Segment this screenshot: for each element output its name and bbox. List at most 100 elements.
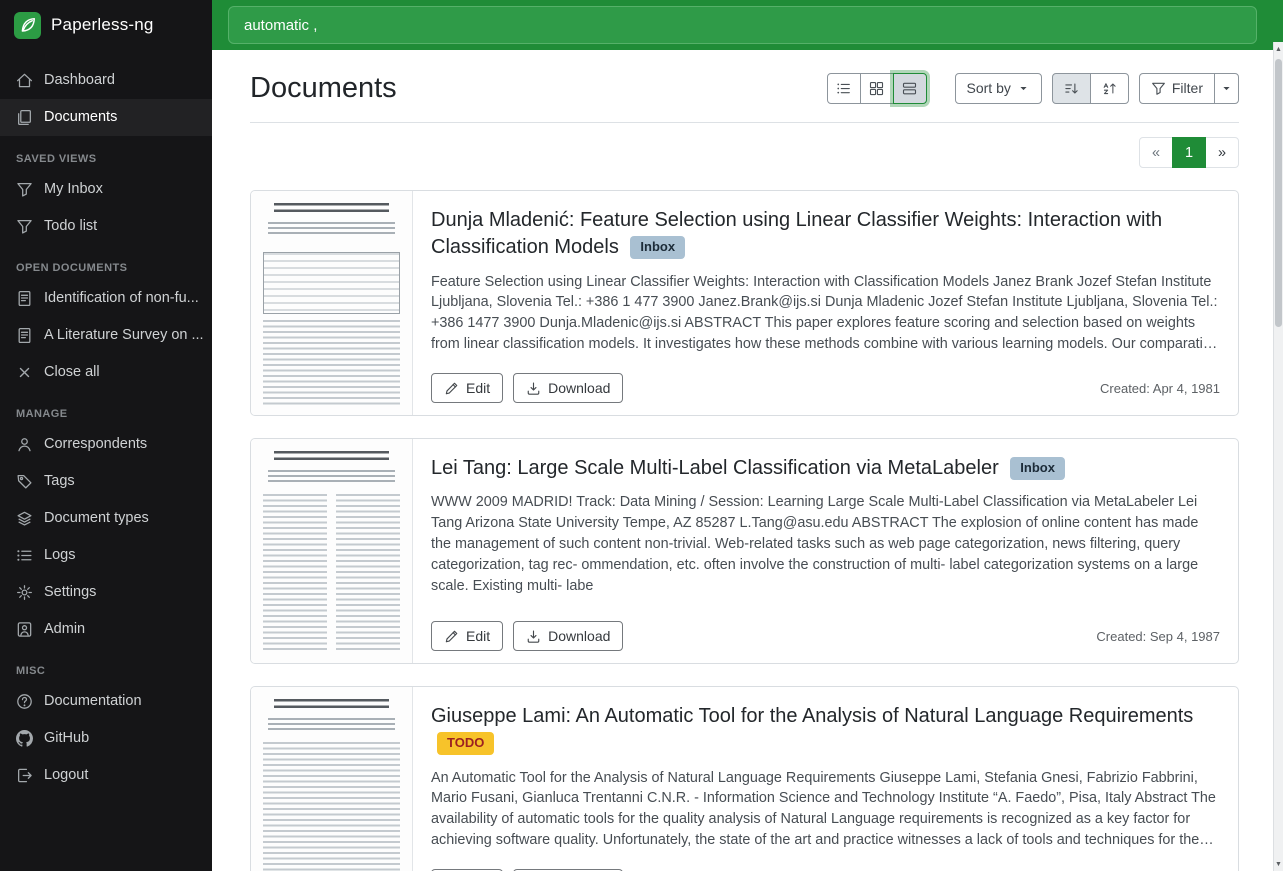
person-badge-icon xyxy=(16,621,33,638)
document-card: Giuseppe Lami: An Automatic Tool for the… xyxy=(250,686,1239,871)
sidebar-item-documents[interactable]: Documents xyxy=(0,99,212,136)
sidebar-item-logout[interactable]: Logout xyxy=(0,757,212,794)
sidebar-item-github[interactable]: GitHub xyxy=(0,720,212,757)
sidebar-item-logs[interactable]: Logs xyxy=(0,537,212,574)
sort-ascending-button[interactable] xyxy=(1090,73,1129,104)
created-date: Created: Apr 4, 1981 xyxy=(1100,381,1220,396)
house-icon xyxy=(16,72,33,89)
sidebar-item-settings[interactable]: Settings xyxy=(0,574,212,611)
thumbnail-placeholder xyxy=(274,699,389,709)
document-title[interactable]: Lei Tang: Large Scale Multi-Label Classi… xyxy=(431,455,1220,482)
documents-toolbar: Documents Sort by xyxy=(250,70,1239,106)
paperless-logo-icon xyxy=(14,12,41,39)
download-icon xyxy=(526,629,541,644)
filter-split-button: Filter xyxy=(1139,73,1239,104)
grid-view-icon xyxy=(869,81,884,96)
sidebar-item-label: Documents xyxy=(44,108,117,127)
pagination-next-button[interactable]: » xyxy=(1205,137,1239,168)
sort-by-dropdown[interactable]: Sort by xyxy=(955,73,1042,104)
details-view-icon xyxy=(902,81,917,96)
chevron-down-icon xyxy=(1220,82,1233,95)
tag-badge[interactable]: Inbox xyxy=(630,236,685,259)
download-button[interactable]: Download xyxy=(513,621,623,651)
sort-descending-button[interactable] xyxy=(1052,73,1091,104)
sidebar-item-label: Documentation xyxy=(44,692,142,711)
sidebar-section-misc: MISC xyxy=(0,648,212,683)
thumbnail-placeholder xyxy=(274,203,389,213)
scrollbar-up-arrow[interactable]: ▲ xyxy=(1274,42,1283,56)
sort-alpha-ascending-icon xyxy=(1102,81,1117,96)
sidebar-item-documentation[interactable]: Documentation xyxy=(0,683,212,720)
sidebar-item-label: Identification of non-fu... xyxy=(44,289,199,308)
document-title[interactable]: Giuseppe Lami: An Automatic Tool for the… xyxy=(431,703,1220,757)
thumbnail-placeholder xyxy=(263,742,400,871)
sidebar-item-label: My Inbox xyxy=(44,180,103,199)
edit-button[interactable]: Edit xyxy=(431,621,503,651)
scrollbar[interactable]: ▲ ▼ xyxy=(1273,42,1283,871)
document-card: Dunja Mladenić: Feature Selection using … xyxy=(250,190,1239,416)
pencil-icon xyxy=(444,629,459,644)
thumbnail-placeholder xyxy=(263,252,400,314)
filter-dropdown-toggle[interactable] xyxy=(1214,73,1239,104)
view-details-button[interactable] xyxy=(893,73,927,104)
sidebar-item-my-inbox[interactable]: My Inbox xyxy=(0,171,212,208)
x-icon xyxy=(16,364,33,381)
sidebar-item-open-document-2[interactable]: A Literature Survey on ... xyxy=(0,317,212,354)
sidebar-item-document-types[interactable]: Document types xyxy=(0,500,212,537)
main-content: Documents Sort by xyxy=(212,50,1273,871)
view-list-button[interactable] xyxy=(827,73,861,104)
sidebar: Paperless-ng Dashboard Documents SAVED V… xyxy=(0,0,212,871)
edit-button[interactable]: Edit xyxy=(431,373,503,403)
document-thumbnail[interactable] xyxy=(251,191,413,415)
scrollbar-thumb[interactable] xyxy=(1275,59,1282,327)
sidebar-item-label: Dashboard xyxy=(44,71,115,90)
document-actions: Edit Download xyxy=(431,373,623,403)
document-title-text: Giuseppe Lami: An Automatic Tool for the… xyxy=(431,705,1193,727)
document-card-body: Lei Tang: Large Scale Multi-Label Classi… xyxy=(413,439,1238,663)
sidebar-item-label: Document types xyxy=(44,509,149,528)
thumbnail-placeholder xyxy=(263,320,400,405)
app-brand[interactable]: Paperless-ng xyxy=(0,0,212,50)
top-navbar xyxy=(212,0,1283,50)
pencil-icon xyxy=(444,381,459,396)
scrollbar-down-arrow[interactable]: ▼ xyxy=(1274,857,1283,871)
document-thumbnail[interactable] xyxy=(251,439,413,663)
pagination-prev-button[interactable]: « xyxy=(1139,137,1173,168)
logout-icon xyxy=(16,767,33,784)
created-date: Created: Sep 4, 1987 xyxy=(1096,629,1220,644)
sidebar-item-admin[interactable]: Admin xyxy=(0,611,212,648)
pagination-row: « 1 » xyxy=(250,137,1239,168)
document-title[interactable]: Dunja Mladenić: Feature Selection using … xyxy=(431,207,1220,261)
tag-badge[interactable]: TODO xyxy=(437,732,494,755)
sidebar-item-tags[interactable]: Tags xyxy=(0,463,212,500)
filter-button[interactable]: Filter xyxy=(1139,73,1215,104)
view-grid-button[interactable] xyxy=(860,73,894,104)
sidebar-item-correspondents[interactable]: Correspondents xyxy=(0,426,212,463)
file-text-icon xyxy=(16,327,33,344)
edit-button-label: Edit xyxy=(466,628,490,644)
sort-direction-toggle xyxy=(1052,73,1129,104)
sidebar-item-todo-list[interactable]: Todo list xyxy=(0,208,212,245)
search-input[interactable] xyxy=(228,6,1257,44)
sidebar-item-dashboard[interactable]: Dashboard xyxy=(0,62,212,99)
file-text-icon xyxy=(16,290,33,307)
download-button[interactable]: Download xyxy=(513,373,623,403)
download-button-label: Download xyxy=(548,628,610,644)
tag-badge[interactable]: Inbox xyxy=(1010,457,1065,480)
thumbnail-placeholder xyxy=(274,451,389,461)
github-icon xyxy=(16,730,33,747)
sidebar-item-open-document-1[interactable]: Identification of non-fu... xyxy=(0,280,212,317)
pagination-page-1-button[interactable]: 1 xyxy=(1172,137,1206,168)
sidebar-item-close-all[interactable]: Close all xyxy=(0,354,212,391)
document-thumbnail[interactable] xyxy=(251,687,413,871)
edit-button-label: Edit xyxy=(466,380,490,396)
list-view-icon xyxy=(836,81,851,96)
document-description: An Automatic Tool for the Analysis of Na… xyxy=(431,768,1220,851)
sidebar-item-label: GitHub xyxy=(44,729,89,748)
toolbar-controls: Sort by Filter xyxy=(827,73,1239,104)
thumbnail-placeholder xyxy=(268,718,394,733)
download-button-label: Download xyxy=(548,380,610,396)
person-icon xyxy=(16,436,33,453)
question-circle-icon xyxy=(16,693,33,710)
sidebar-item-label: Admin xyxy=(44,620,85,639)
